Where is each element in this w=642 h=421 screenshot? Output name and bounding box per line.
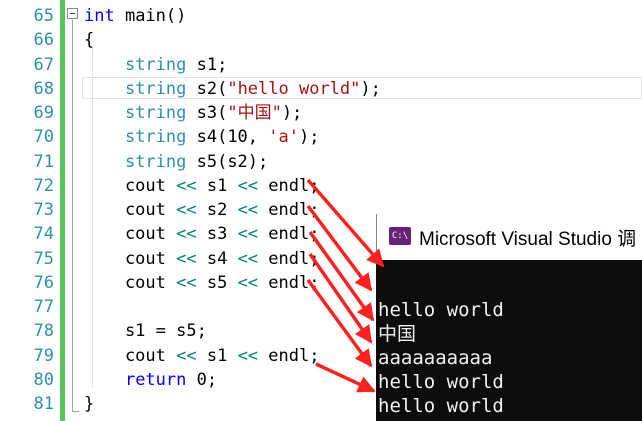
annotation-arrow — [306, 278, 373, 368]
annotation-arrow — [315, 362, 376, 393]
annotation-arrows — [306, 178, 385, 393]
